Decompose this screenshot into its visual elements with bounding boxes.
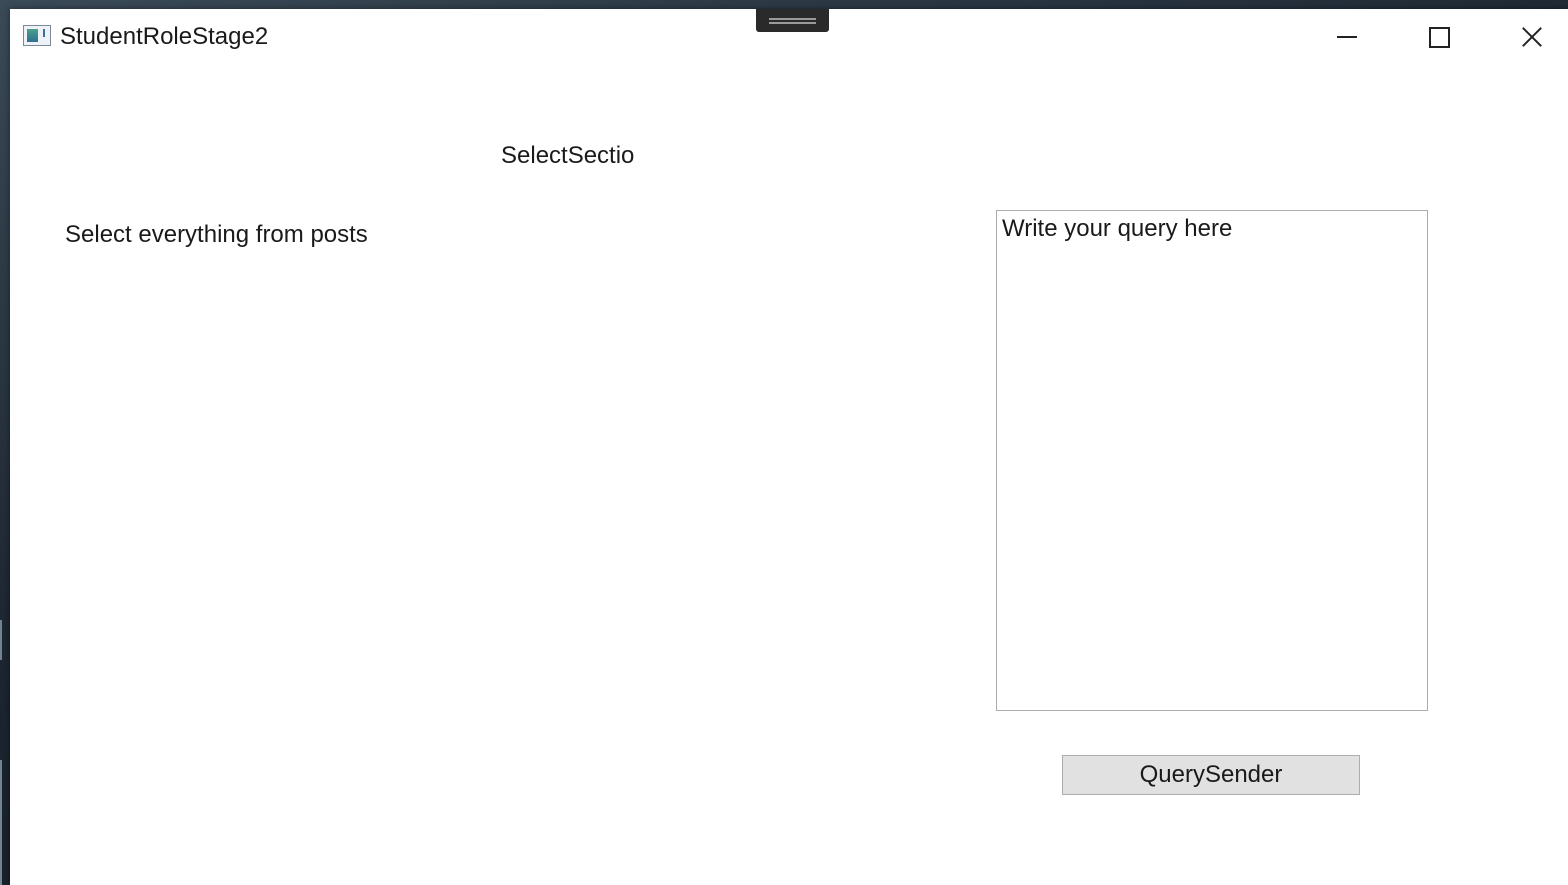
snap-layout-handle-icon[interactable] [756, 9, 829, 32]
app-icon-mark [43, 29, 45, 37]
close-button[interactable] [1484, 9, 1568, 65]
app-icon-pane [27, 29, 38, 42]
query-sender-button[interactable]: QuerySender [1062, 755, 1360, 795]
snap-handle-line [769, 22, 816, 24]
snap-handle-line [769, 18, 816, 20]
title-bar[interactable]: StudentRoleStage2 [10, 9, 1568, 67]
minimize-button[interactable] [1300, 9, 1392, 65]
query-input[interactable]: Write your query here [996, 210, 1428, 711]
maximize-icon [1429, 27, 1450, 48]
query-description-label: Select everything from posts [65, 221, 368, 248]
window-title: StudentRoleStage2 [60, 23, 269, 50]
section-label: SelectSectio [501, 142, 635, 169]
minimize-icon [1337, 36, 1357, 38]
app-window-icon[interactable] [23, 25, 51, 46]
maximize-button[interactable] [1392, 9, 1484, 65]
app-window: StudentRoleStage2 SelectSectio Select ev… [10, 9, 1568, 885]
close-icon [1521, 26, 1543, 48]
